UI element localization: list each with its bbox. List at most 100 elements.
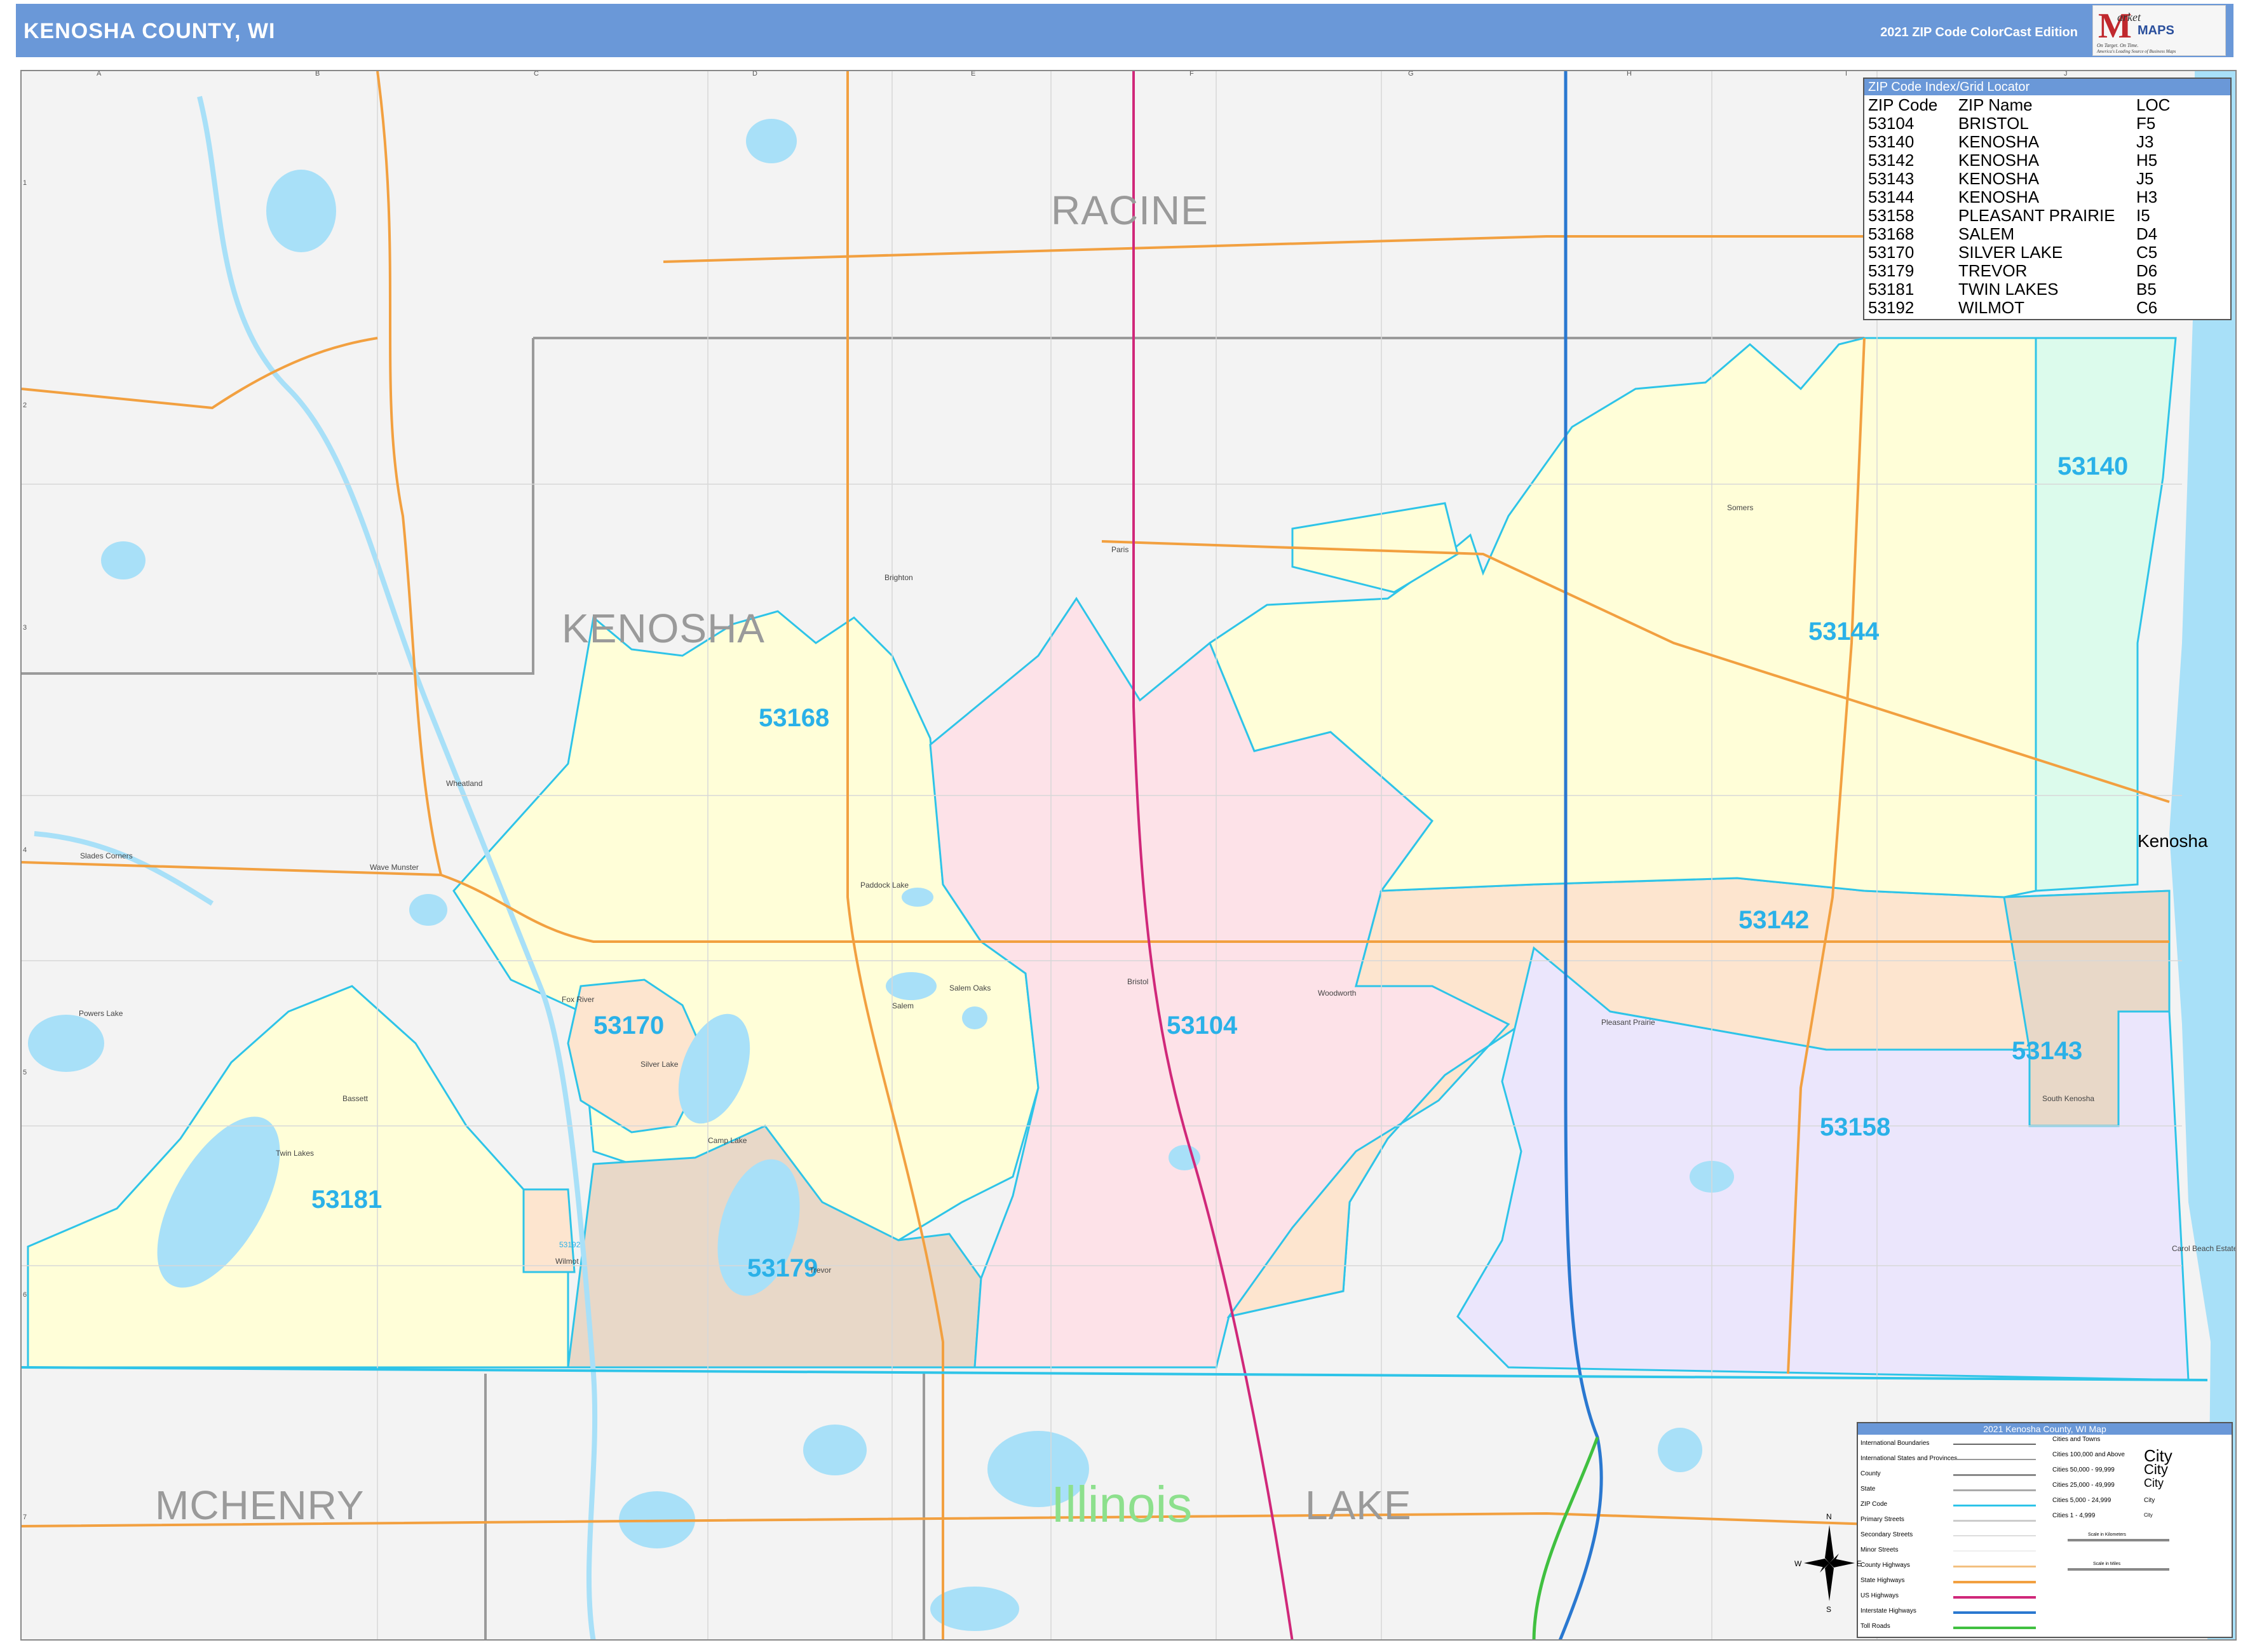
zip-index-loc: F5 — [2136, 114, 2156, 133]
zip-index-name: KENOSHA — [1958, 169, 2040, 188]
zip-index-loc: D4 — [2136, 224, 2158, 243]
town-label-powers-lake: Powers Lake — [79, 1009, 123, 1018]
legend-city-size: Cities 25,000 - 49,999 — [2052, 1482, 2115, 1489]
zip-index-loc: J3 — [2136, 132, 2154, 151]
market-maps-logo: M arket MAPS On Target. On Time. America… — [2092, 5, 2226, 56]
zip-index-row: 53158 PLEASANT PRAIRIE I5 — [1864, 206, 2230, 225]
legend-item-label: Interstate Highways — [1860, 1608, 1916, 1615]
logo-word-market: arket — [2117, 11, 2141, 24]
zip-index-code: 53181 — [1868, 280, 1915, 299]
logo-tagline-2: America's Leading Source of Business Map… — [2097, 49, 2176, 54]
zip-index-name: BRISTOL — [1958, 114, 2029, 133]
grid-col-h: H — [1627, 70, 1632, 78]
zip-index-loc: D6 — [2136, 261, 2158, 280]
town-label-salem: Salem — [892, 1001, 914, 1010]
legend-city-sample: City — [2144, 1512, 2153, 1518]
legend-line-swatch — [1953, 1596, 2036, 1599]
legend-line-swatch — [1953, 1566, 2036, 1567]
zip-index-name: WILMOT — [1958, 298, 2024, 317]
zip-index-code: 53142 — [1868, 151, 1915, 170]
zip-index-row: 53170 SILVER LAKE C5 — [1864, 243, 2230, 262]
town-label-silver-lake: Silver Lake — [640, 1060, 679, 1069]
scale-bar-km — [2068, 1539, 2169, 1541]
legend-line-swatch — [1953, 1505, 2036, 1506]
town-label-carol-beach: Carol Beach Estates — [2172, 1244, 2237, 1253]
zip-index-code: 53179 — [1868, 261, 1915, 280]
town-label-somers: Somers — [1727, 503, 1754, 512]
zip-label-53144: 53144 — [1808, 618, 1880, 646]
zip-index-header-row: ZIP Code ZIP Name LOC — [1864, 95, 2230, 114]
town-label-south-kenosha: South Kenosha — [2042, 1094, 2095, 1103]
zip-index-row: 53144 KENOSHA H3 — [1864, 187, 2230, 207]
zip-index-code: 53104 — [1868, 114, 1915, 133]
town-label-salem-oaks: Salem Oaks — [949, 984, 991, 992]
grid-col-f: F — [1189, 70, 1194, 78]
zip-label-53140: 53140 — [2057, 452, 2129, 480]
legend-title: 2021 Kenosha County, WI Map — [1858, 1423, 2232, 1435]
zip-label-53168: 53168 — [759, 704, 830, 732]
legend-item-label: State — [1860, 1486, 1876, 1493]
legend-line-swatch — [1953, 1581, 2036, 1583]
legend-item-label: State Highways — [1860, 1577, 1905, 1584]
zip-index-name: TWIN LAKES — [1958, 280, 2059, 299]
town-label-brighton: Brighton — [884, 573, 913, 582]
legend-line-swatch — [1953, 1611, 2036, 1614]
town-label-wilmot: Wilmot — [555, 1257, 579, 1266]
header-bar: KENOSHA COUNTY, WI 2021 ZIP Code ColorCa… — [16, 4, 2233, 57]
legend-line-swatch — [1953, 1520, 2036, 1522]
legend-line-swatch — [1953, 1627, 2036, 1629]
legend-scale-mi: Scale in Miles — [2093, 1562, 2121, 1566]
zip-index-col-loc: LOC — [2136, 95, 2171, 114]
legend-cities-title: Cities and Towns — [2052, 1436, 2101, 1443]
logo-word-maps: MAPS — [2138, 24, 2174, 37]
compass-rose-icon — [1804, 1525, 1855, 1601]
grid-col-c: C — [534, 70, 539, 78]
grid-row-3: 3 — [23, 624, 27, 632]
legend-line-swatch — [1953, 1444, 2036, 1445]
zip-index-table: ZIP Code Index/Grid Locator ZIP Code ZIP… — [1863, 78, 2232, 320]
county-label-racine: RACINE — [1051, 187, 1209, 233]
zip-index-loc: C6 — [2136, 298, 2158, 317]
zip-label-53181: 53181 — [311, 1186, 383, 1214]
zip-index-loc: B5 — [2136, 280, 2157, 299]
zip-index-row: 53192 WILMOT C6 — [1864, 298, 2230, 317]
grid-col-a: A — [97, 70, 102, 78]
zip-index-col-name: ZIP Name — [1958, 95, 2033, 114]
legend-item-label: Minor Streets — [1860, 1547, 1899, 1554]
zip-index-row: 53179 TREVOR D6 — [1864, 261, 2230, 280]
zip-label-53142: 53142 — [1738, 906, 1810, 934]
compass-n: N — [1826, 1512, 1832, 1521]
zip-index-title: ZIP Code Index/Grid Locator — [1864, 79, 2230, 95]
town-label-bassett: Bassett — [342, 1094, 369, 1103]
grid-col-g: G — [1408, 70, 1414, 78]
legend-city-sample: City — [2144, 1477, 2164, 1489]
legend-line-swatch — [1953, 1474, 2036, 1476]
grid-col-b: B — [315, 70, 320, 78]
town-label-bristol: Bristol — [1127, 977, 1149, 986]
grid-col-e: E — [971, 70, 976, 78]
city-label-kenosha: Kenosha — [2138, 831, 2208, 851]
grid-row-1: 1 — [23, 179, 27, 187]
grid-row-5: 5 — [23, 1069, 27, 1076]
zip-index-name: KENOSHA — [1958, 187, 2040, 207]
zip-index-code: 53192 — [1868, 298, 1915, 317]
town-label-pleasant-prairie: Pleasant Prairie — [1601, 1018, 1655, 1027]
zip-label-53158: 53158 — [1820, 1113, 1891, 1141]
town-label-slades-corners: Slades Corners — [80, 851, 133, 860]
zip-index-code: 53168 — [1868, 224, 1915, 243]
zip-label-53192: 53192 — [559, 1240, 581, 1249]
town-label-paddock-lake: Paddock Lake — [860, 881, 909, 890]
zip-index-name: TREVOR — [1958, 261, 2028, 280]
county-label-kenosha: KENOSHA — [562, 606, 765, 651]
zip-label-53104: 53104 — [1167, 1012, 1238, 1039]
legend-city-size: Cities 100,000 and Above — [2052, 1451, 2125, 1458]
county-label-mchenry: MCHENRY — [155, 1482, 365, 1528]
legend-line-swatch — [1953, 1489, 2036, 1491]
grid-col-d: D — [752, 70, 757, 78]
legend-item-label: County — [1860, 1470, 1881, 1477]
zip-index-name: KENOSHA — [1958, 132, 2040, 151]
compass-e: E — [1857, 1559, 1862, 1568]
zip-index-row: 53143 KENOSHA J5 — [1864, 169, 2230, 188]
legend-item-label: US Highways — [1860, 1592, 1899, 1599]
grid-row-6: 6 — [23, 1291, 27, 1299]
